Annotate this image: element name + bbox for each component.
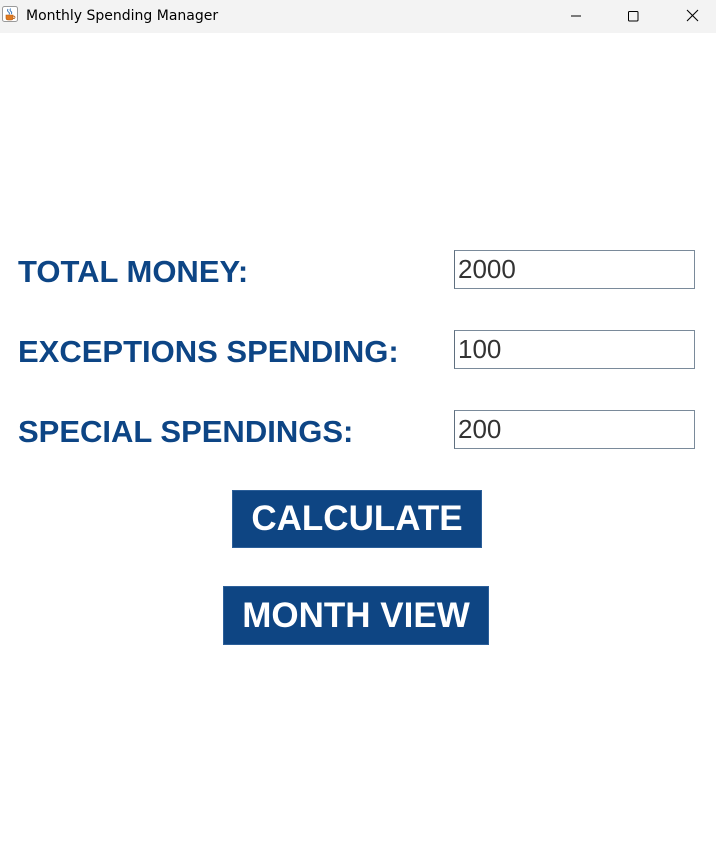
title-bar[interactable]: Monthly Spending Manager — [0, 0, 716, 33]
total-money-input[interactable] — [454, 250, 695, 289]
close-button[interactable] — [669, 0, 715, 31]
window-title: Monthly Spending Manager — [26, 8, 219, 24]
minimize-icon — [571, 15, 581, 16]
app-window: Monthly Spending Manager TOTAL MONEY: EX… — [0, 0, 716, 853]
maximize-button[interactable] — [610, 0, 656, 31]
java-cup-icon[interactable] — [2, 6, 18, 22]
exceptions-spending-label: EXCEPTIONS SPENDING: — [18, 334, 399, 369]
calculate-button[interactable]: CALCULATE — [232, 490, 482, 548]
maximize-icon — [628, 10, 639, 21]
exceptions-spending-input[interactable] — [454, 330, 695, 369]
special-spendings-input[interactable] — [454, 410, 695, 449]
month-view-button[interactable]: MONTH VIEW — [223, 586, 489, 645]
total-money-label: TOTAL MONEY: — [18, 254, 249, 289]
minimize-button[interactable] — [553, 0, 599, 31]
special-spendings-label: SPECIAL SPENDINGS: — [18, 414, 354, 449]
close-icon — [686, 9, 698, 22]
